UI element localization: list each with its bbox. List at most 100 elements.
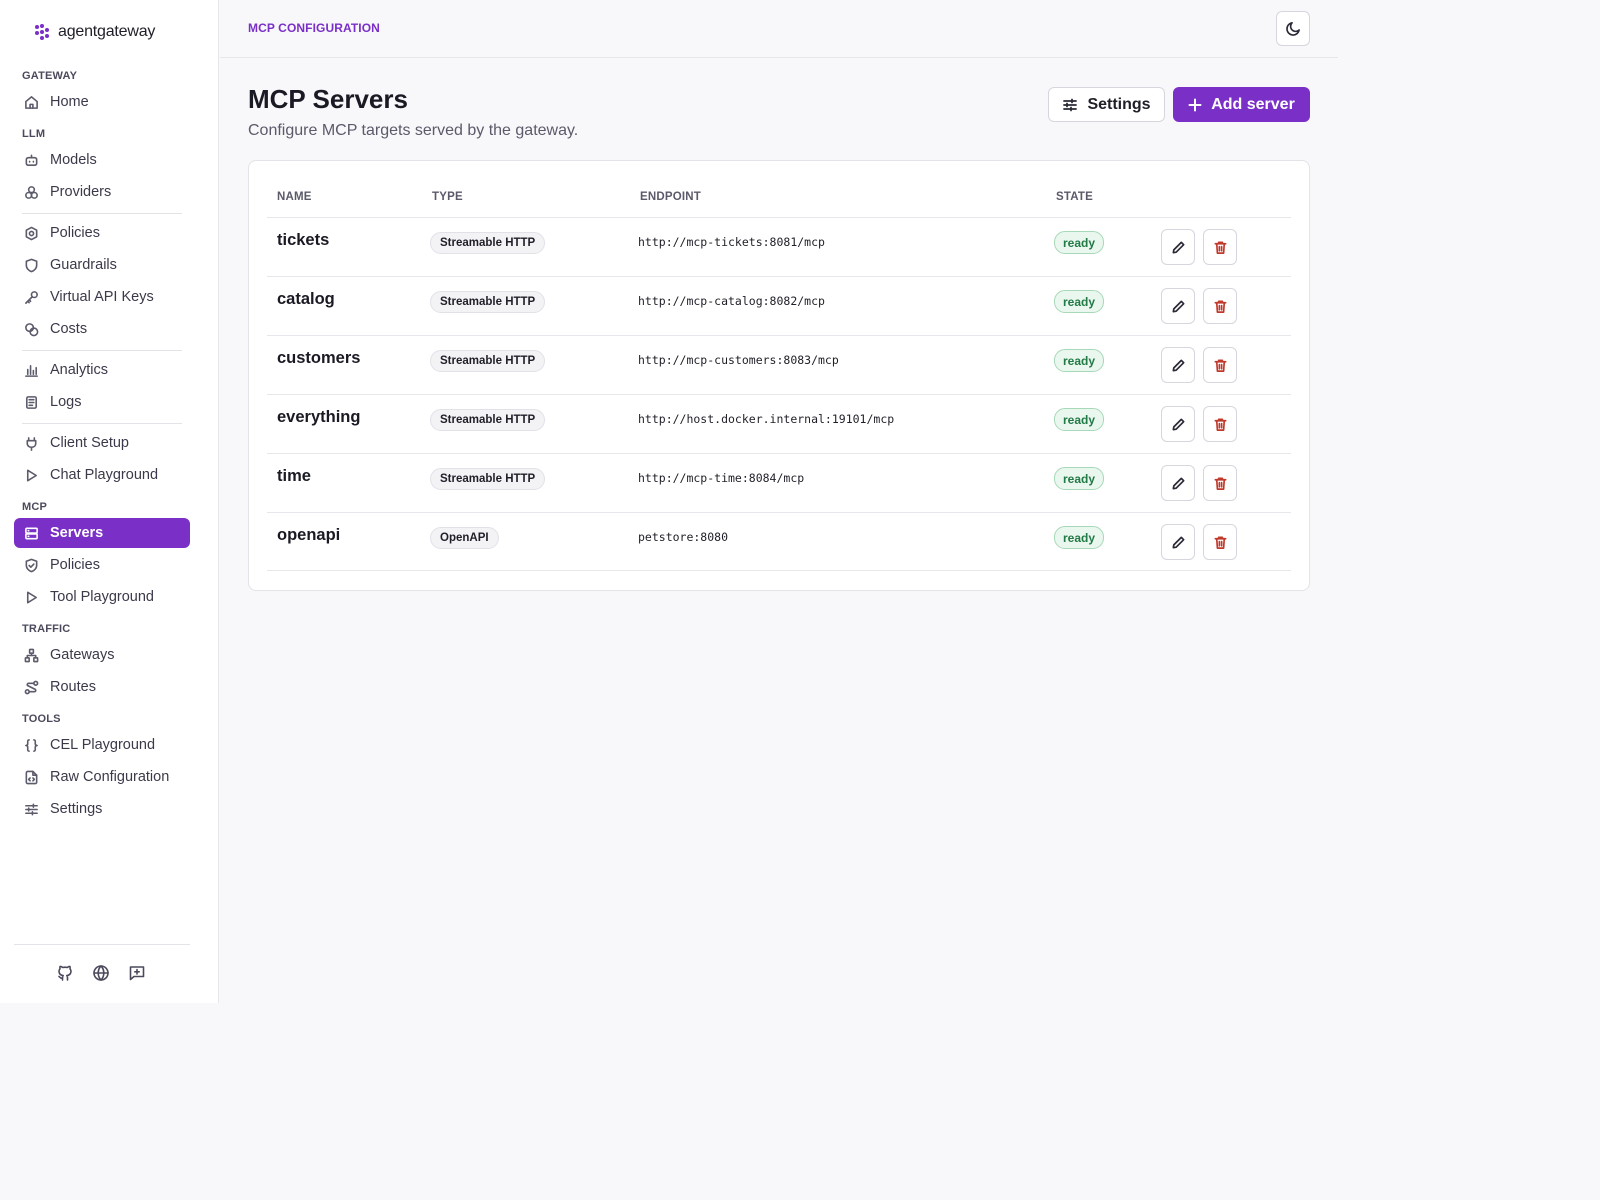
sidebar-item-label: Providers [50,184,112,200]
pencil-icon [1172,536,1184,548]
endpoint-url: http://host.docker.internal:19101/mcp [638,412,895,426]
delete-button[interactable] [1203,406,1237,442]
delete-button[interactable] [1203,288,1237,324]
sidebar-item-costs[interactable]: Costs [14,314,190,344]
sidebar-item-home[interactable]: Home [14,87,190,117]
pencil-icon [1172,300,1184,312]
trash-icon [1214,241,1226,254]
sidebar-item-label: Chat Playground [50,467,159,483]
table-row[interactable]: tickets Streamable HTTP http://mcp-ticke… [267,217,1291,276]
table-row[interactable]: customers Streamable HTTP http://mcp-cus… [267,335,1291,394]
sidebar-item-analytics[interactable]: Analytics [14,355,190,385]
edit-button[interactable] [1161,406,1195,442]
nav-divider [22,423,182,424]
section-gateway: GATEWAY [22,70,78,82]
server-name: everything [277,408,361,426]
servers-table-card: NAME TYPE ENDPOINT STATE tickets Streama… [248,160,1310,591]
table-row[interactable]: openapi OpenAPI petstore:8080 ready [267,512,1291,571]
trash-icon [1214,477,1226,490]
sidebar-item-tool-playground[interactable]: Tool Playground [14,582,190,612]
type-badge: Streamable HTTP [430,409,546,431]
sidebar-footer-divider [14,944,190,945]
column-header-type: TYPE [432,191,463,203]
nav-divider [22,213,182,214]
sidebar-item-label: CEL Playground [50,737,156,753]
sidebar-item-label: Guardrails [50,257,117,273]
sidebar-item-client-setup[interactable]: Client Setup [14,428,190,458]
table-row[interactable]: everything Streamable HTTP http://host.d… [267,394,1291,453]
pencil-icon [1172,418,1184,430]
server-name: openapi [277,526,341,544]
delete-button[interactable] [1203,524,1237,560]
theme-toggle-button[interactable] [1276,11,1310,46]
settings-button[interactable]: Settings [1048,87,1165,122]
server-name: customers [277,349,361,367]
edit-button[interactable] [1161,465,1195,501]
section-llm: LLM [22,128,46,140]
sidebar-item-label: Costs [50,321,88,337]
pencil-icon [1172,241,1184,253]
github-icon[interactable] [56,964,74,982]
endpoint-url: http://mcp-time:8084/mcp [638,471,805,485]
sidebar-item-label: Logs [50,394,82,410]
edit-button[interactable] [1161,229,1195,265]
trash-icon [1214,359,1226,372]
providers-icon [25,185,38,199]
server-name: catalog [277,290,335,308]
nav-divider [22,350,182,351]
breadcrumb: MCP CONFIGURATION [248,21,380,35]
table-row[interactable]: time Streamable HTTP http://mcp-time:808… [267,453,1291,512]
sidebar-item-policies[interactable]: Policies [14,218,190,248]
sidebar-item-logs[interactable]: Logs [14,387,190,417]
delete-button[interactable] [1203,229,1237,265]
agentgateway-logo-icon [35,24,49,40]
brand[interactable]: agentgateway [33,20,155,44]
section-tools: TOOLS [22,713,61,725]
shield-icon [25,258,38,272]
edit-button[interactable] [1161,288,1195,324]
sidebar-item-mcp-policies[interactable]: Policies [14,550,190,580]
sidebar-item-routes[interactable]: Routes [14,672,190,702]
server-icon [25,527,38,539]
sliders-icon [25,803,38,815]
feedback-icon[interactable] [128,964,146,982]
globe-icon[interactable] [92,964,110,982]
topbar: MCP CONFIGURATION [220,0,1338,58]
type-badge: Streamable HTTP [430,291,546,313]
sidebar-item-servers[interactable]: Servers [14,518,190,548]
sidebar-item-settings[interactable]: Settings [14,794,190,824]
coins-icon [25,322,39,336]
sidebar-item-label: Analytics [50,362,109,378]
sidebar-item-providers[interactable]: Providers [14,177,190,207]
section-mcp: MCP [22,501,48,513]
add-server-button[interactable]: Add server [1173,87,1310,122]
home-icon [25,95,38,109]
sidebar-item-label: Gateways [50,647,115,663]
key-icon [25,290,38,304]
sidebar-item-raw-configuration[interactable]: Raw Configuration [14,762,190,792]
status-badge: ready [1054,290,1105,313]
server-name: tickets [277,231,330,249]
delete-button[interactable] [1203,465,1237,501]
sidebar-item-label: Servers [50,525,104,541]
sidebar-item-virtual-api-keys[interactable]: Virtual API Keys [14,282,190,312]
sidebar-item-chat-playground[interactable]: Chat Playground [14,460,190,490]
logs-icon [26,395,37,409]
sidebar-item-models[interactable]: Models [14,145,190,175]
app-root: agentgateway GATEWAY Home LLM Models Pro… [0,0,1338,1003]
sidebar-item-label: Client Setup [50,435,129,451]
bar-chart-icon [25,364,38,377]
edit-button[interactable] [1161,524,1195,560]
sidebar-item-cel-playground[interactable]: CEL Playground [14,730,190,760]
network-icon [24,648,39,662]
table-row[interactable]: catalog Streamable HTTP http://mcp-catal… [267,276,1291,335]
sidebar-item-gateways[interactable]: Gateways [14,640,190,670]
sidebar-item-guardrails[interactable]: Guardrails [14,250,190,280]
moon-icon [1285,22,1300,36]
sidebar-item-label: Virtual API Keys [50,289,154,305]
plus-icon [1188,98,1202,111]
sidebar-footer [56,964,146,982]
delete-button[interactable] [1203,347,1237,383]
edit-button[interactable] [1161,347,1195,383]
add-server-button-label: Add server [1211,95,1295,113]
